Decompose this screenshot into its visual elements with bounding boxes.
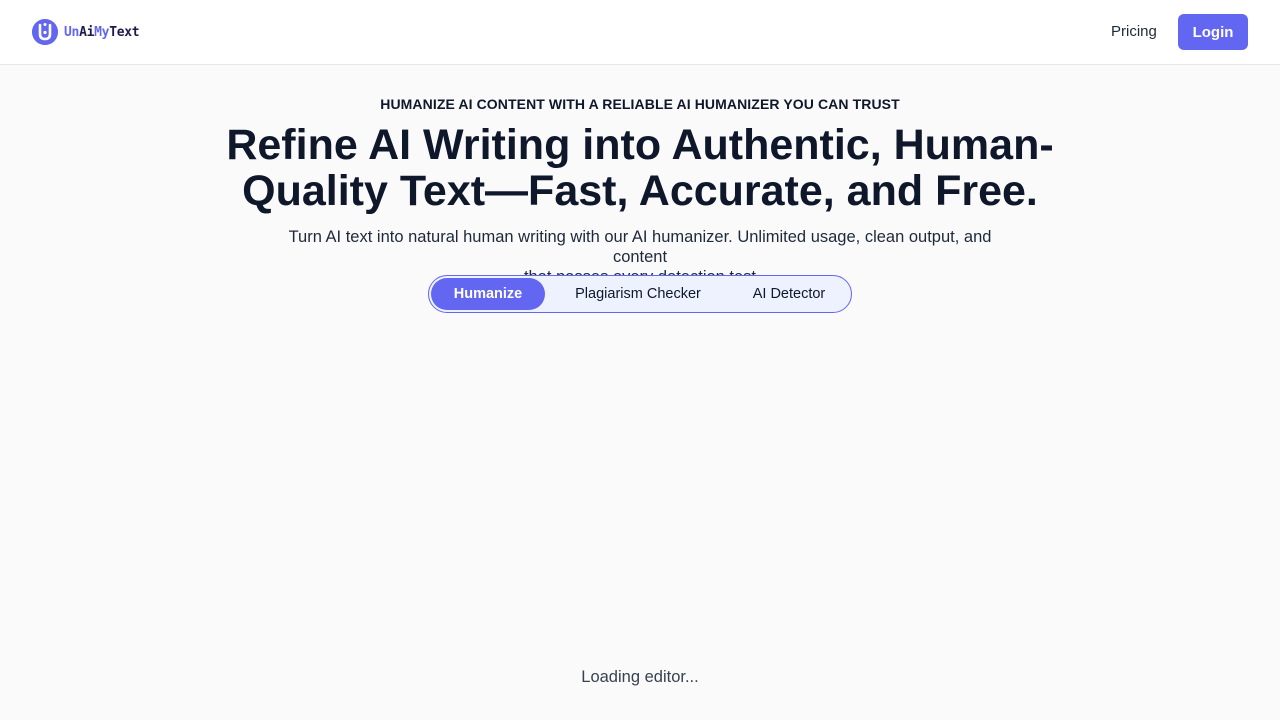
title-line-1: Refine AI Writing into Authentic, Human- (226, 121, 1054, 169)
tab-humanize[interactable]: Humanize (431, 278, 545, 310)
hero-eyebrow: HUMANIZE AI CONTENT WITH A RELIABLE AI H… (380, 96, 900, 112)
logo-text-text: Text (109, 24, 140, 40)
logo-icon (32, 19, 58, 45)
editor-loading-text: Loading editor... (581, 668, 699, 686)
logo-wordmark: UnAiMyText (64, 24, 140, 40)
logo-text-un: Un (64, 24, 80, 40)
tool-tabs: Humanize Plagiarism Checker AI Detector (428, 275, 852, 313)
pricing-link[interactable]: Pricing (1098, 20, 1170, 44)
page-title: Refine AI Writing into Authentic, Human-… (200, 122, 1080, 214)
subtitle-line-1: Turn AI text into natural human writing … (288, 228, 992, 266)
tab-plagiarism-checker[interactable]: Plagiarism Checker (545, 278, 731, 310)
site-header: UnAiMyText Pricing Login (0, 0, 1280, 65)
login-button[interactable]: Login (1178, 14, 1248, 50)
tab-ai-detector[interactable]: AI Detector (731, 278, 847, 310)
logo-text-my: My (94, 24, 110, 40)
title-line-2: Quality Text—Fast, Accurate, and Free. (242, 167, 1038, 215)
logo-link[interactable]: UnAiMyText (32, 18, 140, 46)
logo-text-ai: Ai (79, 24, 95, 40)
